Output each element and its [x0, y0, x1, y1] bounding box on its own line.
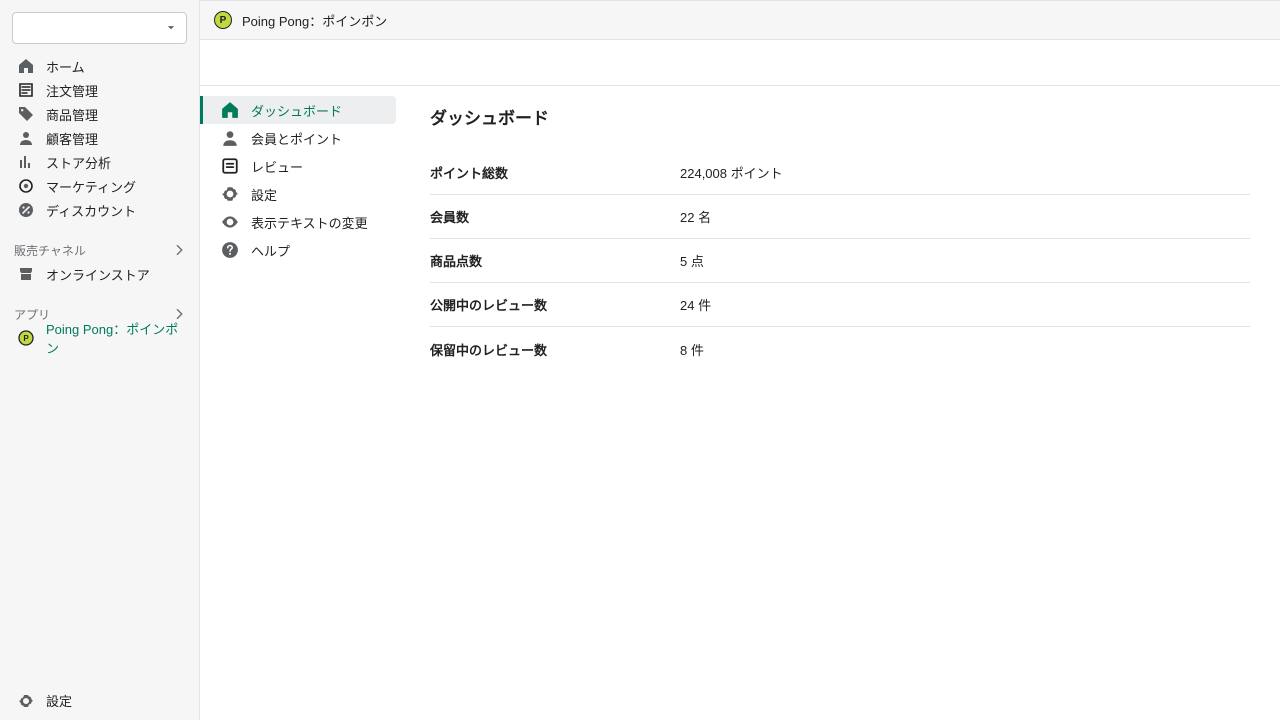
subnav-item-3[interactable]: 設定	[200, 180, 396, 208]
sidebar-item-label: ストア分析	[46, 153, 111, 172]
discount-icon	[18, 202, 34, 218]
stat-row-2: 商品点数5 点	[430, 239, 1250, 283]
sidebar-item-online-store[interactable]: オンラインストア	[0, 262, 199, 286]
sidebar-item-6[interactable]: ディスカウント	[0, 198, 199, 222]
stat-label: 商品点数	[430, 251, 680, 270]
stat-value: 8 件	[680, 340, 704, 359]
subnav-item-1[interactable]: 会員とポイント	[200, 124, 396, 152]
stat-value: 5 点	[680, 251, 704, 270]
sidebar-item-label: 注文管理	[46, 81, 98, 100]
stat-row-4: 保留中のレビュー数8 件	[430, 327, 1250, 371]
home-icon	[18, 58, 34, 74]
sidebar-item-label: マーケティング	[46, 177, 136, 196]
chevron-right-icon	[173, 243, 187, 257]
stat-row-3: 公開中のレビュー数24 件	[430, 283, 1250, 327]
subnav-item-2[interactable]: レビュー	[200, 152, 396, 180]
app-topbar: P Poing Pong：ポインポン	[200, 0, 1280, 40]
admin-sidebar: ホーム注文管理商品管理顧客管理ストア分析マーケティングディスカウント 販売チャネ…	[0, 0, 200, 720]
sidebar-item-label: 顧客管理	[46, 129, 98, 148]
banner-bar	[200, 40, 1280, 86]
subnav-item-label: 設定	[251, 185, 277, 204]
sidebar-item-4[interactable]: ストア分析	[0, 150, 199, 174]
main-area: P Poing Pong：ポインポン ダッシュボード会員とポイントレビュー設定表…	[200, 0, 1280, 720]
sidebar-item-poing-pong[interactable]: Poing Pong：ポインポン	[0, 326, 199, 350]
person-icon	[18, 130, 34, 146]
subnav-item-label: ヘルプ	[251, 241, 290, 260]
stat-label: 公開中のレビュー数	[430, 295, 680, 314]
sidebar-item-0[interactable]: ホーム	[0, 54, 199, 78]
sidebar-settings-label: 設定	[46, 691, 72, 710]
target-icon	[18, 178, 34, 194]
subnav-item-label: 会員とポイント	[251, 129, 342, 148]
app-logo-icon: P	[214, 11, 232, 29]
dashboard-panel: ダッシュボード ポイント総数224,008 ポイント会員数22 名商品点数5 点…	[400, 86, 1280, 720]
sales-channels-section[interactable]: 販売チャネル	[0, 238, 199, 262]
home-icon	[221, 101, 239, 119]
subnav-item-label: 表示テキストの変更	[251, 213, 368, 232]
app-icon	[18, 330, 34, 346]
gear-icon	[221, 185, 239, 203]
review-icon	[221, 157, 239, 175]
eye-icon	[221, 213, 239, 231]
gear-icon	[18, 693, 34, 709]
tag-icon	[18, 106, 34, 122]
sidebar-item-label: ホーム	[46, 57, 85, 76]
stat-row-0: ポイント総数224,008 ポイント	[430, 151, 1250, 195]
sidebar-item-label: ディスカウント	[46, 201, 136, 220]
app-title: Poing Pong：ポインポン	[242, 11, 387, 30]
person-icon	[221, 129, 239, 147]
stat-value: 22 名	[680, 207, 711, 226]
sidebar-item-1[interactable]: 注文管理	[0, 78, 199, 102]
stat-label: 会員数	[430, 207, 680, 226]
page-title: ダッシュボード	[430, 104, 1250, 129]
sidebar-settings[interactable]: 設定	[0, 680, 199, 720]
apps-label: アプリ	[14, 306, 50, 323]
stat-row-1: 会員数22 名	[430, 195, 1250, 239]
analytics-icon	[18, 154, 34, 170]
help-icon	[221, 241, 239, 259]
subnav-item-5[interactable]: ヘルプ	[200, 236, 396, 264]
caret-down-icon	[166, 23, 176, 33]
sidebar-item-3[interactable]: 顧客管理	[0, 126, 199, 150]
stat-value: 24 件	[680, 295, 711, 314]
store-selector[interactable]	[12, 12, 187, 44]
stat-label: ポイント総数	[430, 163, 680, 182]
app-subnav: ダッシュボード会員とポイントレビュー設定表示テキストの変更ヘルプ	[200, 86, 400, 720]
subnav-item-0[interactable]: ダッシュボード	[200, 96, 396, 124]
sidebar-item-2[interactable]: 商品管理	[0, 102, 199, 126]
subnav-item-label: レビュー	[251, 157, 303, 176]
orders-icon	[18, 82, 34, 98]
stat-value: 224,008 ポイント	[680, 163, 783, 182]
stat-label: 保留中のレビュー数	[430, 340, 680, 359]
sidebar-item-label: 商品管理	[46, 105, 98, 124]
subnav-item-label: ダッシュボード	[251, 101, 342, 120]
subnav-item-4[interactable]: 表示テキストの変更	[200, 208, 396, 236]
online-store-label: オンラインストア	[46, 265, 150, 284]
sidebar-item-5[interactable]: マーケティング	[0, 174, 199, 198]
store-icon	[18, 266, 34, 282]
sales-channels-label: 販売チャネル	[14, 242, 86, 259]
